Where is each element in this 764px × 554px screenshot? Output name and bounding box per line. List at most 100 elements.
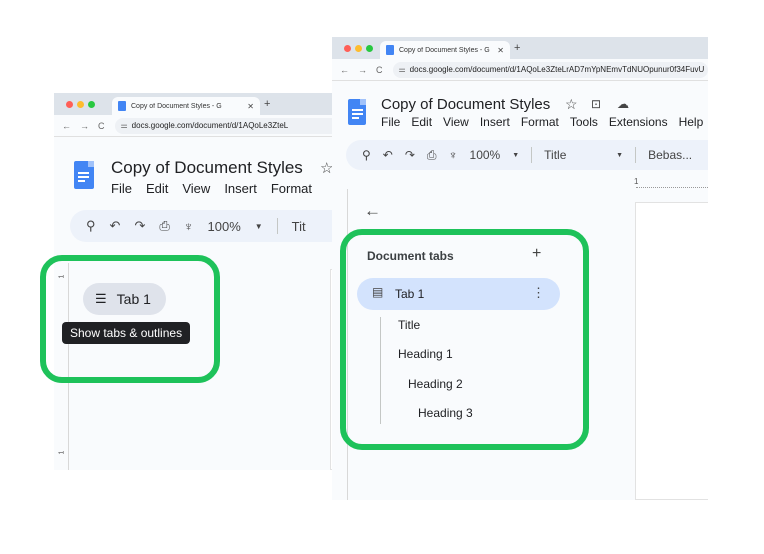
print-icon[interactable]: ⎙ bbox=[427, 148, 437, 163]
search-icon[interactable]: ⚲ bbox=[362, 148, 371, 162]
minimize-window-button[interactable] bbox=[355, 45, 362, 52]
menu-bar: File Edit View Insert Format bbox=[111, 181, 312, 196]
back-icon[interactable]: ← bbox=[62, 121, 71, 131]
menu-help[interactable]: Help bbox=[679, 115, 704, 129]
browser-tab-title: Copy of Document Styles - G bbox=[131, 102, 222, 110]
url-input[interactable]: ⚌ docs.google.com/document/d/1AQoLe3ZteL bbox=[114, 117, 354, 134]
zoom-select[interactable]: 100% bbox=[470, 148, 501, 162]
outline-item[interactable]: Heading 2 bbox=[408, 377, 463, 391]
new-tab-icon[interactable]: + bbox=[264, 98, 270, 110]
toolbar-divider bbox=[531, 147, 533, 163]
document-title[interactable]: Copy of Document Styles bbox=[111, 158, 303, 178]
forward-icon[interactable]: → bbox=[358, 65, 367, 75]
menu-insert[interactable]: Insert bbox=[480, 115, 510, 129]
maximize-window-button[interactable] bbox=[366, 45, 373, 52]
docs-favicon-icon bbox=[118, 101, 126, 111]
font-select[interactable]: Bebas... bbox=[648, 148, 692, 162]
highlight-frame bbox=[40, 255, 220, 383]
tab-item-tab-1[interactable]: ▤ Tab 1 ⋮ bbox=[357, 278, 560, 310]
site-settings-icon[interactable]: ⚌ bbox=[121, 121, 128, 130]
title-bar: Copy of Document Styles - G ✕ + bbox=[332, 37, 708, 59]
menu-file[interactable]: File bbox=[381, 115, 400, 129]
tooltip: Show tabs & outlines bbox=[62, 322, 191, 344]
browser-tab[interactable]: Copy of Document Styles - G ✕ bbox=[380, 41, 510, 59]
toolbar-divider bbox=[276, 218, 278, 234]
cloud-status-icon[interactable]: ☁ bbox=[617, 97, 629, 111]
close-window-button[interactable] bbox=[344, 45, 351, 52]
menu-tools[interactable]: Tools bbox=[570, 115, 598, 129]
window-controls bbox=[66, 101, 95, 108]
print-icon[interactable]: ⎙ bbox=[159, 218, 169, 234]
zoom-select[interactable]: 100% bbox=[208, 219, 241, 234]
chevron-down-icon[interactable]: ▼ bbox=[255, 222, 263, 231]
menu-format[interactable]: Format bbox=[271, 181, 312, 196]
docs-favicon-icon bbox=[386, 45, 394, 55]
reload-icon[interactable]: C bbox=[376, 65, 383, 75]
chevron-down-icon[interactable]: ▼ bbox=[512, 152, 519, 159]
browser-tab[interactable]: Copy of Document Styles - G ✕ bbox=[112, 97, 260, 115]
move-folder-icon[interactable]: ⊡ bbox=[591, 97, 601, 111]
paint-format-icon[interactable]: ♆ bbox=[184, 219, 194, 234]
document-page[interactable] bbox=[635, 202, 708, 500]
site-settings-icon[interactable]: ⚌ bbox=[399, 65, 406, 74]
menu-insert[interactable]: Insert bbox=[224, 181, 257, 196]
minimize-window-button[interactable] bbox=[77, 101, 84, 108]
more-options-icon[interactable]: ⋮ bbox=[532, 285, 545, 301]
toolbar-divider bbox=[635, 147, 637, 163]
close-tab-icon[interactable]: ✕ bbox=[247, 102, 254, 111]
undo-icon[interactable]: ↶ bbox=[110, 218, 121, 234]
menu-view[interactable]: View bbox=[182, 181, 210, 196]
address-bar: ← → C ⚌ docs.google.com/document/d/1AQoL… bbox=[332, 59, 708, 81]
outline-guide-line bbox=[380, 317, 381, 424]
docs-logo-icon[interactable] bbox=[74, 161, 94, 189]
menu-format[interactable]: Format bbox=[521, 115, 559, 129]
search-icon[interactable]: ⚲ bbox=[86, 218, 96, 234]
browser-tab-title: Copy of Document Styles - G bbox=[399, 46, 490, 54]
menu-bar: File Edit View Insert Format Tools Exten… bbox=[381, 115, 703, 129]
back-icon[interactable]: ← bbox=[340, 65, 349, 75]
tab-label: Tab 1 bbox=[116, 291, 151, 307]
address-bar: ← → C ⚌ docs.google.com/document/d/1AQoL… bbox=[54, 115, 354, 137]
menu-file[interactable]: File bbox=[111, 181, 132, 196]
style-select[interactable]: Title bbox=[544, 148, 604, 162]
docs-logo-icon[interactable] bbox=[348, 99, 366, 125]
document-icon: ▤ bbox=[372, 285, 384, 299]
outline-item[interactable]: Title bbox=[398, 318, 420, 332]
outline-item[interactable]: Heading 1 bbox=[398, 347, 453, 361]
menu-edit[interactable]: Edit bbox=[146, 181, 168, 196]
back-arrow-icon[interactable]: ← bbox=[364, 201, 381, 221]
document-title[interactable]: Copy of Document Styles bbox=[381, 96, 550, 113]
menu-extensions[interactable]: Extensions bbox=[609, 115, 668, 129]
chevron-down-icon[interactable]: ▼ bbox=[616, 152, 623, 159]
maximize-window-button[interactable] bbox=[88, 101, 95, 108]
add-tab-icon[interactable]: + bbox=[532, 245, 541, 263]
new-tab-icon[interactable]: + bbox=[514, 42, 520, 54]
window-controls bbox=[344, 45, 373, 52]
ruler-number: 1 bbox=[58, 450, 66, 455]
list-icon: ☰ bbox=[95, 291, 107, 306]
outline-item[interactable]: Heading 3 bbox=[418, 406, 473, 420]
paint-format-icon[interactable]: ♆ bbox=[449, 148, 458, 162]
toolbar: ⚲ ↶ ↷ ⎙ ♆ 100% ▼ Tit bbox=[70, 210, 354, 242]
url-text: docs.google.com/document/d/1AQoLe3ZteL bbox=[131, 121, 289, 130]
forward-icon[interactable]: → bbox=[80, 121, 89, 131]
title-bar: Copy of Document Styles - G ✕ + bbox=[54, 93, 354, 115]
tabs-outline-button[interactable]: ☰ Tab 1 bbox=[83, 283, 166, 315]
tab-label: Tab 1 bbox=[395, 287, 425, 301]
close-window-button[interactable] bbox=[66, 101, 73, 108]
horizontal-ruler bbox=[636, 187, 708, 188]
url-text: docs.google.com/document/d/1AQoLe3ZteLrA… bbox=[409, 65, 705, 74]
url-input[interactable]: ⚌ docs.google.com/document/d/1AQoLe3ZteL… bbox=[392, 61, 708, 78]
toolbar: ⚲ ↶ ↷ ⎙ ♆ 100% ▼ Title ▼ Bebas... bbox=[346, 140, 708, 170]
redo-icon[interactable]: ↷ bbox=[134, 218, 145, 234]
ruler-number: 1 bbox=[634, 177, 639, 186]
style-select[interactable]: Tit bbox=[292, 219, 306, 234]
reload-icon[interactable]: C bbox=[98, 121, 105, 131]
close-tab-icon[interactable]: ✕ bbox=[497, 46, 504, 55]
redo-icon[interactable]: ↷ bbox=[405, 148, 415, 162]
star-icon[interactable]: ☆ bbox=[565, 96, 578, 113]
menu-view[interactable]: View bbox=[443, 115, 469, 129]
menu-edit[interactable]: Edit bbox=[411, 115, 432, 129]
panel-heading: Document tabs bbox=[367, 249, 454, 263]
undo-icon[interactable]: ↶ bbox=[383, 148, 393, 162]
